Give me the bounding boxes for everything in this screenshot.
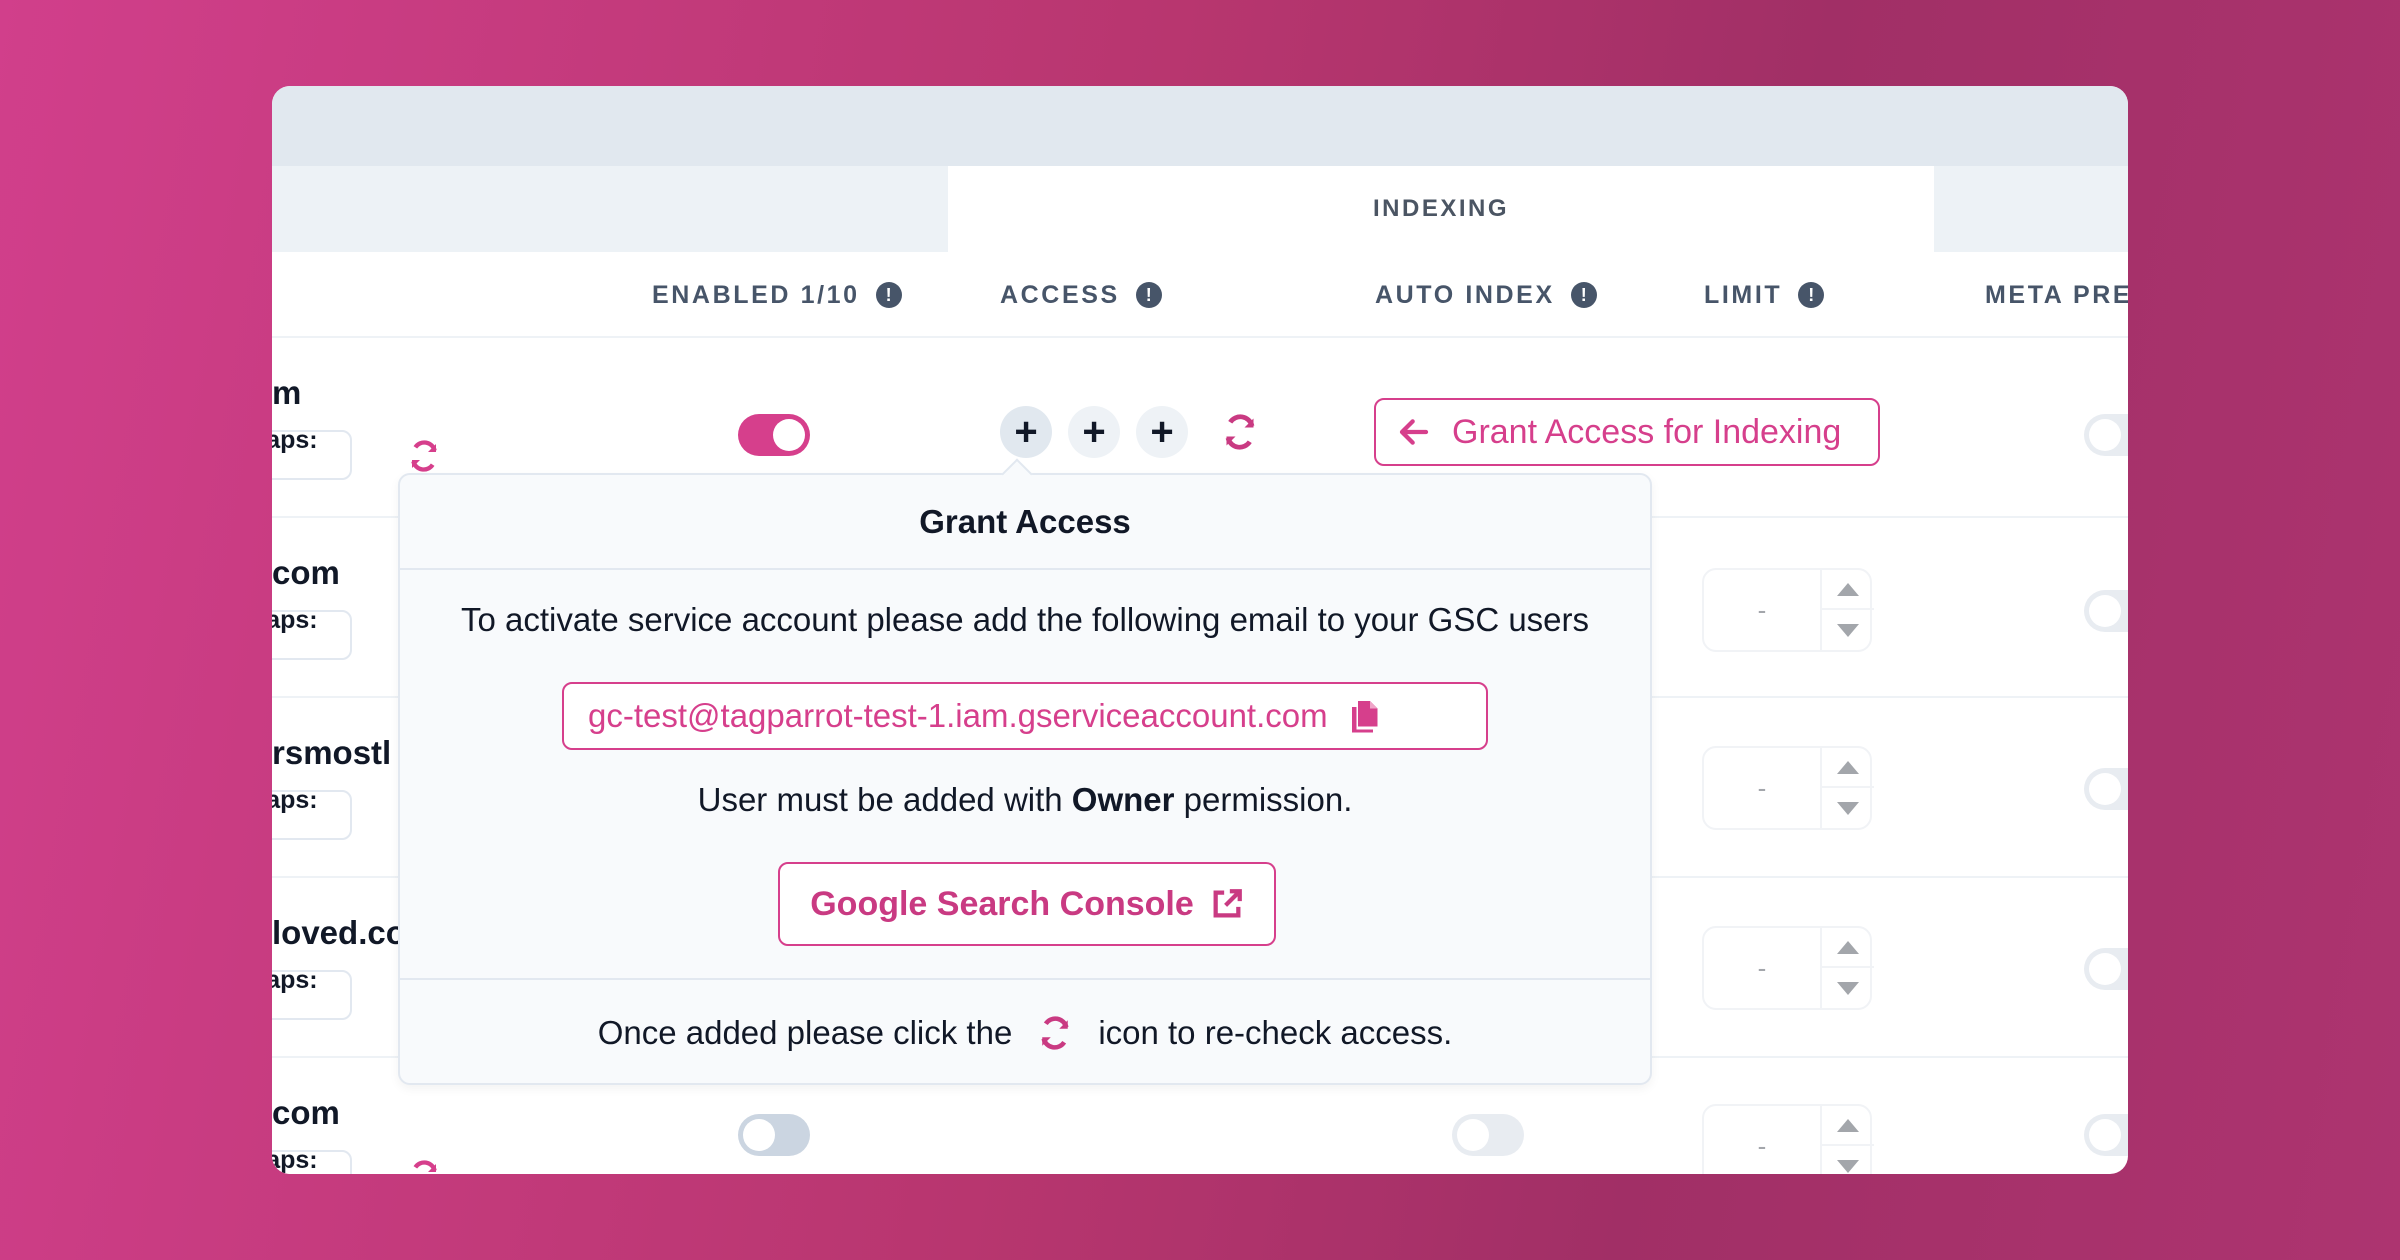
- meta-preview-toggle[interactable]: [2084, 948, 2128, 990]
- column-header-meta-preview: META PREV: [1985, 280, 2128, 309]
- column-header-access: ACCESS !: [1000, 252, 1162, 338]
- limit-stepper[interactable]: -: [1702, 746, 1874, 830]
- column-header-enabled: ENABLED 1/10 !: [652, 252, 902, 338]
- increment-button[interactable]: [1822, 570, 1874, 610]
- top-bar: [272, 86, 2128, 166]
- service-account-email[interactable]: gc-test@tagparrot-test-1.iam.gserviceacc…: [562, 682, 1488, 750]
- limit-value[interactable]: -: [1704, 1106, 1820, 1174]
- app-window: INDEXING ENABLED 1/10 ! ACCESS ! AUTO IN…: [272, 86, 2128, 1174]
- external-link-icon: [1213, 889, 1242, 918]
- sitemaps-badge[interactable]: maps: 1: [272, 966, 352, 1020]
- refresh-icon[interactable]: [408, 1160, 440, 1174]
- limit-value[interactable]: -: [1704, 748, 1820, 828]
- auto-index-toggle[interactable]: [1452, 1114, 1524, 1156]
- grant-access-popover: Grant Access To activate service account…: [398, 458, 1652, 1085]
- popover-instruction: To activate service account please add t…: [460, 601, 1590, 638]
- meta-preview-toggle[interactable]: [2084, 590, 2128, 632]
- decrement-button[interactable]: [1822, 1146, 1874, 1174]
- enabled-toggle[interactable]: [738, 414, 810, 456]
- increment-button[interactable]: [1822, 928, 1874, 968]
- site-name[interactable]: com: [272, 1094, 340, 1132]
- limit-stepper[interactable]: -: [1702, 1104, 1874, 1174]
- sitemaps-badge[interactable]: maps: 1: [272, 786, 352, 840]
- site-name[interactable]: rsmostl: [272, 734, 391, 772]
- info-icon[interactable]: !: [1570, 282, 1597, 308]
- google-search-console-button[interactable]: Google Search Console: [778, 862, 1276, 946]
- limit-stepper[interactable]: -: [1702, 926, 1874, 1010]
- increment-button[interactable]: [1822, 1106, 1874, 1146]
- column-group-header-row: INDEXING: [272, 166, 2128, 252]
- add-access-button[interactable]: +: [1000, 406, 1052, 458]
- copy-icon[interactable]: [1348, 698, 1380, 734]
- info-icon[interactable]: !: [875, 282, 902, 308]
- decrement-button[interactable]: [1822, 788, 1874, 828]
- grant-access-for-indexing-button[interactable]: Grant Access for Indexing: [1374, 398, 1880, 466]
- limit-value[interactable]: -: [1704, 570, 1820, 650]
- add-access-button[interactable]: +: [1068, 406, 1120, 458]
- refresh-icon: [1041, 1015, 1069, 1050]
- meta-preview-toggle[interactable]: [2084, 414, 2128, 456]
- refresh-access-icon[interactable]: [1222, 414, 1258, 450]
- column-header-limit: LIMIT !: [1704, 252, 1825, 338]
- arrow-left-icon: [1399, 419, 1429, 445]
- increment-button[interactable]: [1822, 748, 1874, 788]
- column-header-auto-index: AUTO INDEX !: [1375, 252, 1597, 338]
- sitemaps-badge[interactable]: maps: 1: [272, 1146, 352, 1174]
- site-name[interactable]: loved.co: [272, 914, 406, 952]
- sitemaps-badge[interactable]: maps: 1: [272, 426, 352, 480]
- info-icon[interactable]: !: [1135, 282, 1162, 308]
- email-text[interactable]: gc-test@tagparrot-test-1.iam.gserviceacc…: [588, 697, 1328, 735]
- enabled-toggle[interactable]: [738, 1114, 810, 1156]
- column-header-row: ENABLED 1/10 ! ACCESS ! AUTO INDEX ! LIM…: [272, 252, 2128, 338]
- permission-note: User must be added with Owner permission…: [697, 781, 1353, 818]
- sitemaps-badge[interactable]: maps: 1: [272, 606, 352, 660]
- decrement-button[interactable]: [1822, 610, 1874, 650]
- decrement-button[interactable]: [1822, 968, 1874, 1008]
- popover-title: Grant Access: [400, 475, 1650, 570]
- meta-preview-toggle[interactable]: [2084, 1114, 2128, 1156]
- popover-footer: Once added please click the icon to re-c…: [400, 978, 1650, 1085]
- limit-stepper[interactable]: -: [1702, 568, 1874, 652]
- limit-value[interactable]: -: [1704, 928, 1820, 1008]
- site-name[interactable]: m: [272, 374, 301, 412]
- refresh-icon[interactable]: [408, 440, 440, 472]
- meta-preview-toggle[interactable]: [2084, 768, 2128, 810]
- group-header-indexing: INDEXING: [948, 166, 1934, 252]
- info-icon[interactable]: !: [1798, 282, 1825, 308]
- add-access-button[interactable]: +: [1136, 406, 1188, 458]
- owner-role: Owner: [1071, 781, 1175, 818]
- site-name[interactable]: com: [272, 554, 340, 592]
